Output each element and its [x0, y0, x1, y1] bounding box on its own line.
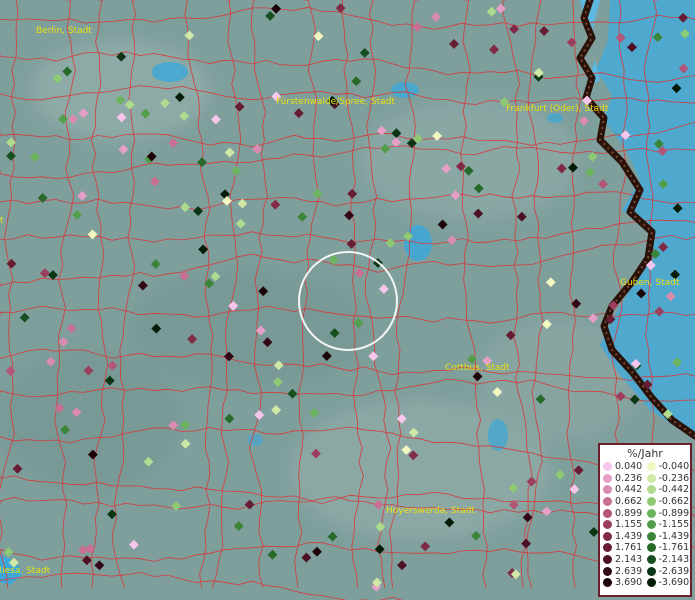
legend-entry: 0.442: [603, 484, 647, 496]
legend-swatch: [646, 462, 656, 472]
city-label-partial-left: t: [0, 216, 4, 226]
legend-entry: 1.761: [603, 542, 647, 554]
legend-entry: -1.761: [646, 542, 691, 554]
legend-entry: 0.236: [603, 473, 647, 485]
legend-negative-column: -0.040 -0.236 -0.442 -0.662 -0.899 -1.15…: [646, 461, 691, 589]
legend-swatch: [603, 462, 612, 472]
legend-value: -0.236: [658, 472, 690, 484]
legend-entry: -0.662: [646, 496, 691, 508]
legend-value: -3.690: [658, 577, 690, 589]
city-label-hoyerswerda: Hoyerswerda, Stadt: [386, 506, 475, 516]
legend-swatch: [646, 508, 656, 518]
legend-swatch: [646, 473, 656, 483]
legend-value: -0.899: [658, 507, 690, 519]
legend-swatch: [603, 566, 612, 576]
legend-value: -2.639: [658, 565, 690, 577]
legend-value: 3.690: [615, 577, 643, 589]
legend-value: -2.143: [658, 554, 690, 566]
legend-value: -1.155: [658, 519, 690, 531]
legend-swatch: [603, 497, 612, 507]
legend-swatch: [603, 485, 612, 495]
legend-entry: 1.155: [603, 519, 647, 531]
legend-entry: -2.143: [646, 554, 691, 566]
legend-entry: 1.439: [603, 531, 647, 543]
legend-swatch: [603, 555, 612, 565]
city-label-berlin: Berlin, Stadt: [36, 26, 92, 36]
legend-value: 1.155: [615, 519, 643, 531]
legend-swatch: [646, 566, 656, 576]
legend-value: 0.899: [615, 507, 643, 519]
legend-entry: 0.899: [603, 507, 647, 519]
legend-swatch: [646, 543, 656, 553]
legend-value: 1.439: [615, 530, 643, 542]
map-canvas[interactable]: Berlin, Stadt Fürstenwalde/Spree, Stadt …: [0, 0, 695, 600]
legend-swatch: [646, 531, 656, 541]
legend-swatch: [646, 485, 656, 495]
legend-swatch: [603, 531, 612, 541]
legend-value: -1.761: [658, 542, 690, 554]
legend-entry: -0.899: [646, 507, 691, 519]
legend: %/Jahr 0.040 0.236 0.442 0.662 0.899 1.1…: [598, 443, 692, 597]
legend-swatch: [646, 578, 656, 588]
lake-1: [152, 62, 188, 82]
legend-entry: -0.236: [646, 472, 691, 485]
legend-value: 2.143: [615, 554, 643, 566]
legend-value: 2.639: [615, 565, 643, 577]
lake-6: [547, 113, 563, 123]
legend-value: 1.761: [615, 542, 643, 554]
legend-entry: -3.690: [646, 577, 691, 589]
city-label-fuerstenwalde: Fürstenwalde/Spree, Stadt: [276, 97, 395, 107]
legend-swatch: [646, 520, 656, 530]
legend-entry: 0.040: [603, 461, 647, 473]
legend-value: -1.439: [658, 530, 690, 542]
lake-5: [247, 434, 263, 446]
legend-swatch: [646, 555, 656, 565]
legend-entry: -0.442: [646, 484, 691, 496]
legend-value: -0.662: [658, 496, 690, 508]
legend-value: 0.662: [615, 496, 643, 508]
legend-swatch: [603, 473, 612, 483]
legend-value: 0.236: [615, 472, 643, 484]
legend-value: 0.040: [615, 461, 643, 473]
legend-swatch: [646, 497, 656, 507]
city-label-frankfurt-oder: Frankfurt (Oder), Stadt: [506, 104, 609, 114]
legend-entry: -2.639: [646, 565, 691, 577]
legend-swatch: [603, 508, 612, 518]
legend-positive-column: 0.040 0.236 0.442 0.662 0.899 1.155 1.43…: [603, 461, 647, 589]
legend-value: 0.442: [615, 484, 643, 496]
city-label-guben: Guben, Stadt: [620, 278, 680, 288]
legend-entry: -1.439: [646, 530, 691, 543]
legend-swatch: [603, 543, 612, 553]
map-base-layer: [0, 0, 695, 600]
legend-entry: 2.143: [603, 554, 647, 566]
legend-swatch: [603, 578, 612, 588]
legend-entry: 0.662: [603, 496, 647, 508]
legend-value: -0.040: [658, 461, 690, 473]
legend-entry: 2.639: [603, 565, 647, 577]
legend-entry: 3.690: [603, 577, 647, 589]
legend-entry: -0.040: [646, 461, 691, 473]
legend-entry: -1.155: [646, 519, 691, 531]
city-label-riesa: Riesa, Stadt: [0, 566, 51, 576]
legend-title: %/Jahr: [627, 447, 663, 460]
legend-swatch: [603, 520, 612, 530]
legend-value: -0.442: [658, 484, 690, 496]
city-label-cottbus: Cottbus, Stadt: [445, 363, 510, 373]
